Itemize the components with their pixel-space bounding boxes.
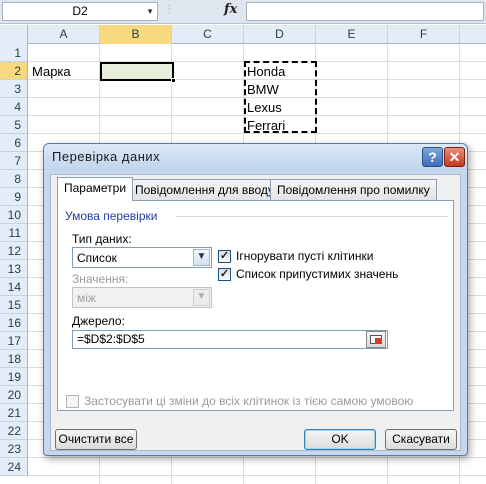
row-header-16[interactable]: 16 [0,314,28,332]
data-type-label: Тип даних: [72,232,132,246]
row-header-19[interactable]: 19 [0,368,28,386]
row-header-24[interactable]: 24 [0,458,28,476]
value-select: між ▼ [72,287,212,308]
grid-line-row [28,457,486,458]
column-header-c[interactable]: C [172,25,244,44]
active-cell-b2[interactable] [100,62,174,81]
apply-all-label: Застосувати ці зміни до всіх клітинок із… [84,394,414,408]
row-header-3[interactable]: 3 [0,80,28,98]
cell-d5[interactable]: Ferrari [247,117,285,134]
data-validation-dialog: Перевірка даних ? ✕ Параметри Повідомлен… [43,143,468,456]
column-header-b[interactable]: B [100,25,172,44]
row-header-11[interactable]: 11 [0,224,28,242]
chevron-down-icon: ▼ [193,289,210,306]
column-header-f[interactable]: F [388,25,460,44]
apply-all-checkbox [66,395,79,408]
row-header-2[interactable]: 2 [0,62,28,80]
tab-error-alert[interactable]: Повідомлення про помилку [270,179,437,200]
row-header-4[interactable]: 4 [0,98,28,116]
row-header-20[interactable]: 20 [0,386,28,404]
row-header-17[interactable]: 17 [0,332,28,350]
cell-d3[interactable]: BMW [247,81,279,98]
source-label: Джерело: [72,314,125,328]
value-select-value: між [77,291,96,305]
close-icon: ✕ [448,149,461,165]
column-header-a[interactable]: A [28,25,100,44]
insert-function-icon[interactable]: fx [224,2,237,17]
settings-panel: Умова перевірки Тип даних: Список ▼ ✓ Іг… [57,200,454,411]
source-input[interactable]: =$D$2:$D$5 [72,330,388,349]
grid-line-row [28,475,486,476]
group-divider [176,216,448,217]
row-header-6[interactable]: 6 [0,134,28,152]
ok-button[interactable]: OK [304,429,376,450]
range-arrow-icon [375,338,382,344]
column-header-e[interactable]: E [316,25,388,44]
data-type-select[interactable]: Список ▼ [72,247,212,268]
row-header-10[interactable]: 10 [0,206,28,224]
select-all-corner[interactable] [0,25,28,44]
dialog-body: Параметри Повідомлення для вводу Повідом… [50,174,461,451]
row-header-8[interactable]: 8 [0,170,28,188]
dialog-title: Перевірка даних [52,149,161,164]
chevron-down-icon[interactable]: ▼ [193,249,210,266]
resize-handle-icon[interactable]: ⋮ [164,4,175,15]
row-header-22[interactable]: 22 [0,422,28,440]
row-header-15[interactable]: 15 [0,296,28,314]
ignore-blank-checkbox[interactable]: ✓ [218,250,231,263]
column-header-d[interactable]: D [244,25,316,44]
column-header-g[interactable] [460,25,486,44]
formula-bar: D2 ▼ ⋮ fx [0,0,486,24]
help-icon: ? [428,149,437,165]
row-header-12[interactable]: 12 [0,242,28,260]
row-header-14[interactable]: 14 [0,278,28,296]
fill-handle[interactable] [171,78,176,83]
row-header-21[interactable]: 21 [0,404,28,422]
name-box[interactable]: D2 ▼ [2,2,158,21]
data-type-value: Список [77,251,117,265]
row-header-18[interactable]: 18 [0,350,28,368]
close-button[interactable]: ✕ [444,147,465,167]
row-header-9[interactable]: 9 [0,188,28,206]
chevron-down-icon[interactable]: ▼ [146,3,154,20]
column-header-row: A B C D E F [0,25,486,44]
value-label: Значення: [72,272,129,286]
validation-criteria-heading: Умова перевірки [65,209,158,223]
row-header-23[interactable]: 23 [0,440,28,458]
help-button[interactable]: ? [422,147,443,167]
tab-settings[interactable]: Параметри [57,177,134,201]
ignore-blank-label[interactable]: Ігнорувати пусті клітинки [236,249,373,263]
formula-input[interactable] [246,2,484,21]
formula-bar-buttons: ⋮ fx [160,2,246,21]
row-header-13[interactable]: 13 [0,260,28,278]
incell-dropdown-checkbox[interactable]: ✓ [218,268,231,281]
clear-all-button[interactable]: Очистити все [55,429,137,450]
cell-d4[interactable]: Lexus [247,99,282,116]
row-header-5[interactable]: 5 [0,116,28,134]
collapse-dialog-button[interactable] [366,331,386,348]
name-box-value: D2 [72,4,88,18]
row-header-7[interactable]: 7 [0,152,28,170]
cell-d2[interactable]: Honda [247,63,285,80]
cancel-button[interactable]: Скасувати [385,429,457,450]
incell-dropdown-label[interactable]: Список припустимих значень [236,267,398,281]
dialog-titlebar[interactable]: Перевірка даних ? ✕ [44,144,467,170]
row-header-1[interactable]: 1 [0,44,28,62]
cell-a2[interactable]: Марка [32,63,71,80]
tab-input-message[interactable]: Повідомлення для вводу [128,179,281,200]
